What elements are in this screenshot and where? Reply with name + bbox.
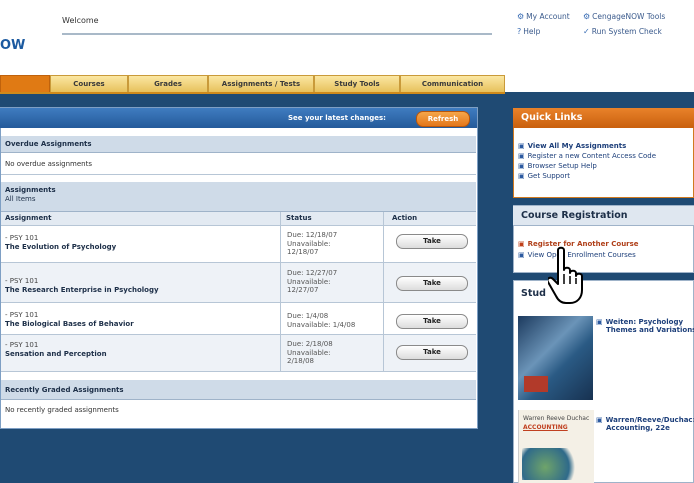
book-cover-psychology[interactable] bbox=[518, 316, 593, 400]
column-status: Status bbox=[286, 214, 312, 222]
my-account-link[interactable]: ⚙ My Account bbox=[517, 12, 570, 21]
assignments-filter-label: All Items bbox=[5, 195, 36, 203]
row-title[interactable]: The Biological Bases of Behavior bbox=[5, 320, 134, 328]
square-bullet-icon: ▣ bbox=[518, 152, 525, 160]
hand-pointer-cursor-icon bbox=[548, 246, 583, 304]
square-bullet-icon: ▣ bbox=[596, 416, 603, 424]
square-bullet-icon: ▣ bbox=[518, 240, 525, 248]
tab-courses[interactable]: Courses bbox=[50, 75, 128, 92]
row-status: Due: 2/18/08 Unavailable: 2/18/08 bbox=[287, 340, 333, 365]
tab-home[interactable] bbox=[0, 75, 50, 92]
row-course: - PSY 101 bbox=[5, 341, 39, 349]
overdue-empty-text: No overdue assignments bbox=[1, 153, 476, 175]
square-bullet-icon: ▣ bbox=[596, 318, 603, 326]
column-assignment: Assignment bbox=[5, 214, 52, 222]
square-bullet-icon: ▣ bbox=[518, 251, 525, 259]
latest-changes-label: See your latest changes: bbox=[288, 114, 386, 122]
column-divider bbox=[383, 212, 384, 372]
graded-heading: Recently Graded Assignments bbox=[1, 380, 476, 400]
row-course: - PSY 101 bbox=[5, 311, 39, 319]
take-button[interactable]: Take bbox=[396, 276, 468, 291]
square-bullet-icon: ▣ bbox=[518, 142, 525, 150]
row-title[interactable]: Sensation and Perception bbox=[5, 350, 107, 358]
welcome-divider bbox=[62, 33, 492, 35]
help-link[interactable]: ? Help bbox=[517, 27, 540, 36]
row-title[interactable]: The Research Enterprise in Psychology bbox=[5, 286, 159, 294]
quick-links-heading: Quick Links bbox=[513, 108, 694, 128]
help-icon: ? bbox=[517, 27, 522, 36]
row-status: Due: 1/4/08 Unavailable: 1/4/08 bbox=[287, 312, 356, 329]
assignments-heading-block: Assignments All Items bbox=[1, 182, 476, 212]
table-row: - PSY 101 The Evolution of Psychology Du… bbox=[1, 226, 476, 263]
take-button[interactable]: Take bbox=[396, 314, 468, 329]
take-button[interactable]: Take bbox=[396, 345, 468, 360]
book-cover-art bbox=[522, 448, 580, 480]
gear-icon: ⚙ bbox=[583, 12, 591, 21]
tools-link[interactable]: ⚙ CengageNOW Tools bbox=[583, 12, 665, 21]
tab-assignments-tests[interactable]: Assignments / Tests bbox=[208, 75, 314, 92]
book-link-accounting[interactable]: ▣ Warren/Reeve/Duchac: Accounting, 22e bbox=[596, 416, 694, 432]
assignments-heading: Assignments bbox=[5, 186, 56, 194]
welcome-text: Welcome bbox=[62, 16, 99, 25]
quick-link-view-assignments[interactable]: ▣ View All My Assignments bbox=[518, 142, 626, 150]
column-action: Action bbox=[392, 214, 418, 222]
take-button[interactable]: Take bbox=[396, 234, 468, 249]
quick-link-browser-setup[interactable]: ▣ Browser Setup Help bbox=[518, 162, 597, 170]
book-link-psychology[interactable]: ▣ Weiten: Psychology Themes and Variations bbox=[596, 318, 694, 334]
table-row: - PSY 101 Sensation and Perception Due: … bbox=[1, 335, 476, 372]
square-bullet-icon: ▣ bbox=[518, 172, 525, 180]
graded-empty-text: No recently graded assignments bbox=[1, 400, 476, 424]
course-registration-heading: Course Registration bbox=[513, 206, 694, 226]
book-cover-authors: Warren Reeve Duchac bbox=[523, 415, 590, 422]
page-header bbox=[0, 0, 694, 72]
brand-logo-text: OW bbox=[0, 38, 26, 53]
column-divider bbox=[280, 212, 281, 372]
square-bullet-icon: ▣ bbox=[518, 162, 525, 170]
table-row: - PSY 101 The Biological Bases of Behavi… bbox=[1, 303, 476, 335]
tab-grades[interactable]: Grades bbox=[128, 75, 208, 92]
row-course: - PSY 101 bbox=[5, 277, 39, 285]
book-cover-title: ACCOUNTING bbox=[523, 424, 568, 431]
refresh-button[interactable]: Refresh bbox=[416, 111, 470, 127]
quick-link-get-support[interactable]: ▣ Get Support bbox=[518, 172, 570, 180]
row-status: Due: 12/18/07 Unavailable: 12/18/07 bbox=[287, 231, 338, 256]
gear-icon: ⚙ bbox=[517, 12, 525, 21]
row-course: - PSY 101 bbox=[5, 234, 39, 242]
table-row: - PSY 101 The Research Enterprise in Psy… bbox=[1, 263, 476, 303]
study-heading: Stud bbox=[521, 288, 546, 299]
run-system-check-link[interactable]: ✓ Run System Check bbox=[583, 27, 662, 36]
row-title[interactable]: The Evolution of Psychology bbox=[5, 243, 116, 251]
changes-bar bbox=[0, 108, 477, 128]
row-status: Due: 12/27/07 Unavailable: 12/27/07 bbox=[287, 269, 338, 294]
tab-communication[interactable]: Communication bbox=[400, 75, 505, 92]
quick-link-register-code[interactable]: ▣ Register a new Content Access Code bbox=[518, 152, 656, 160]
check-icon: ✓ bbox=[583, 27, 590, 36]
tab-study-tools[interactable]: Study Tools bbox=[314, 75, 400, 92]
overdue-heading: Overdue Assignments bbox=[1, 136, 476, 153]
